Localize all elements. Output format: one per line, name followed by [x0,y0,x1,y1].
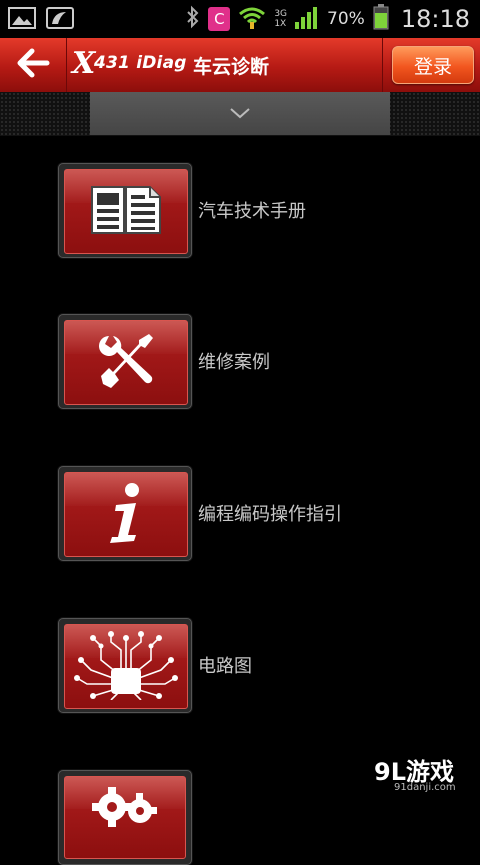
back-button[interactable] [0,38,67,92]
menu-tile[interactable] [58,466,192,561]
battery-percent: 70% [327,9,365,29]
logo-text: 431 iDiag [94,53,187,73]
wifi-icon [238,5,266,33]
app-c-icon: C [208,7,231,31]
menu-item-tech-manual[interactable]: 汽车技术手册 [58,163,478,258]
menu-item-programming-guide[interactable]: 编程编码操作指引 [58,466,478,561]
menu-item-repair-cases[interactable]: 维修案例 [58,314,478,409]
header-divider [382,38,383,92]
menu-item-label: 汽车技术手册 [198,201,306,222]
battery-icon [373,4,389,34]
menu-item-label: 维修案例 [198,352,270,373]
watermark-url: 91danji.com [394,782,456,793]
gallery-icon [8,6,36,34]
tv-dish-icon [46,6,74,34]
menu-item-label: 电路图 [198,656,252,677]
info-icon [106,481,146,549]
menu-tile[interactable] [58,618,192,713]
bluetooth-icon [186,5,200,33]
login-button[interactable]: 登录 [392,46,474,84]
page-title: 车云诊断 [193,56,270,78]
menu-item-label: 编程编码操作指引 [198,504,342,525]
chevron-down-icon [229,104,251,123]
menu-tile[interactable] [58,163,192,258]
logo-mark: X [72,46,96,81]
menu-tile[interactable] [58,314,192,409]
menu-tile[interactable] [58,770,192,865]
status-bar: C 3G 1X 70% 18:18 [0,0,480,38]
signal-icon [295,5,319,33]
gears-icon [90,785,160,849]
network-type-label: 3G 1X [274,9,288,29]
expand-dropdown-button[interactable] [90,92,390,135]
menu-item-circuit-diagram[interactable]: 电路图 [58,618,478,713]
app-header: X 431 iDiag 车云诊断 登录 [0,38,480,94]
status-time: 18:18 [400,5,470,33]
circuit-board-icon [71,630,181,704]
wrench-screwdriver-icon [95,330,157,396]
manual-book-icon [88,181,164,243]
back-arrow-icon [16,48,50,82]
